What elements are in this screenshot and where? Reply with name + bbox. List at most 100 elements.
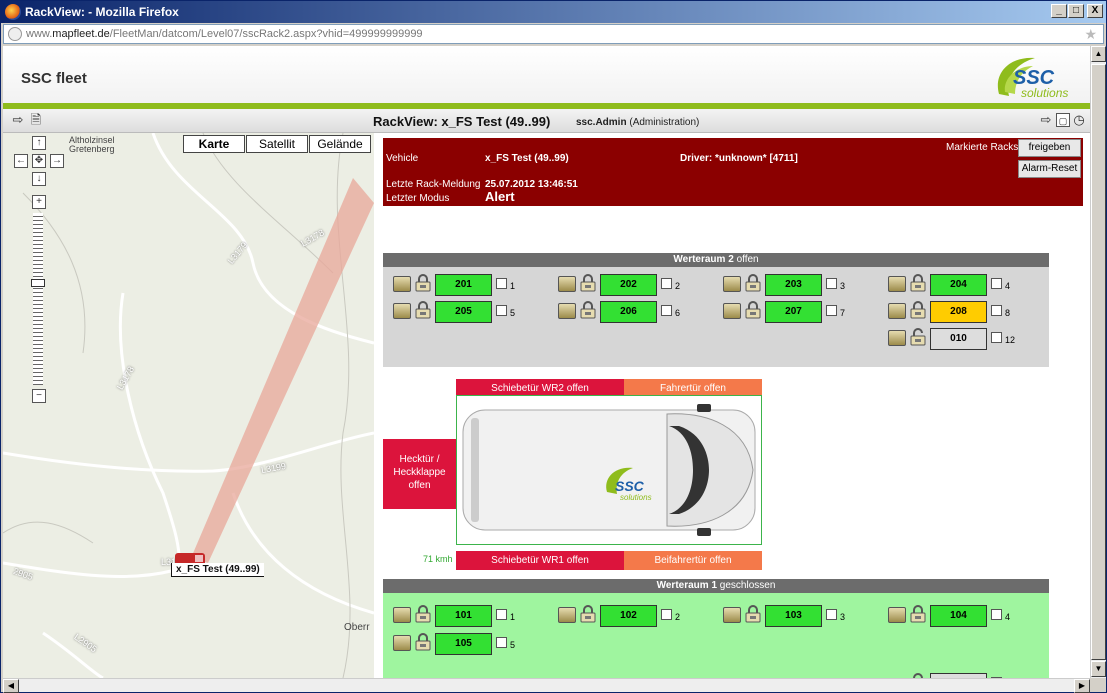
rack-number[interactable]: 105	[435, 633, 492, 655]
rack-checkbox[interactable]	[826, 278, 837, 289]
document-icon[interactable]: 🗎	[29, 113, 43, 127]
horizontal-scrollbar[interactable]: ◀ ▶	[3, 678, 1090, 693]
section1-status: geschlossen	[719, 580, 776, 591]
rack-checkbox[interactable]	[661, 278, 672, 289]
rack-checkbox[interactable]	[496, 609, 507, 620]
scroll-up-icon[interactable]: ▲	[1091, 46, 1106, 62]
speed-readout: 71 kmh	[423, 554, 453, 564]
map-town-label: Oberr	[344, 622, 370, 633]
scroll-left-icon[interactable]: ◀	[3, 679, 19, 693]
rack-box-icon	[558, 303, 576, 319]
rack-102: 102 2	[558, 605, 683, 627]
scroll-right-icon[interactable]: ▶	[1074, 679, 1090, 693]
rack-box-icon	[393, 607, 411, 623]
rack-number[interactable]: 101	[435, 605, 492, 627]
maximize-button[interactable]: □	[1068, 4, 1084, 18]
rack-checkbox[interactable]	[661, 609, 672, 620]
pan-down-icon[interactable]: ↓	[32, 172, 46, 186]
site-identity-icon[interactable]	[8, 27, 22, 41]
rack-checkbox[interactable]	[496, 637, 507, 648]
rack-number[interactable]: 207	[765, 301, 822, 323]
window-icon[interactable]: ▢	[1056, 113, 1070, 127]
browser-window: RackView: - Mozilla Firefox _ □ X www.ma…	[0, 0, 1107, 693]
rack-checkbox[interactable]	[991, 609, 1002, 620]
pan-up-icon[interactable]: ↑	[32, 136, 46, 150]
address-bar[interactable]: www.mapfleet.de/FleetMan/datcom/Level07/…	[3, 24, 1104, 44]
brand-title: SSC fleet	[21, 70, 87, 87]
map-tab-satellit[interactable]: Satellit	[246, 135, 308, 153]
rack-checkbox[interactable]	[661, 305, 672, 316]
pan-center-icon[interactable]: ✥	[32, 154, 46, 168]
rack-number[interactable]: 104	[930, 605, 987, 627]
zoom-slider-track[interactable]	[33, 213, 43, 385]
ssc-solutions-logo: SSC solutions	[997, 57, 1068, 100]
release-button[interactable]: freigeben	[1018, 139, 1081, 157]
rack-number[interactable]: 102	[600, 605, 657, 627]
map-view[interactable]: Karte Satellit Gelände ↑ ← ✥ → ↓ + − Alt…	[3, 133, 374, 678]
minimize-button[interactable]: _	[1051, 4, 1067, 18]
rack-box-icon	[393, 635, 411, 651]
section2-status: offen	[736, 254, 759, 265]
rack-number[interactable]: 103	[765, 605, 822, 627]
rack-207: 207 7	[723, 301, 848, 323]
close-button[interactable]: X	[1087, 4, 1103, 18]
rack-number[interactable]: 208	[930, 301, 987, 323]
clock-icon[interactable]: ◷	[1072, 113, 1086, 127]
rack-checkbox[interactable]	[991, 332, 1002, 343]
map-terrain	[3, 133, 374, 678]
section2-racks: 201 1 202 2 203 3 204 4 205 5 206 6 207 7 208 8 010 12	[383, 267, 1049, 367]
rack-checkbox-label: 1	[510, 281, 516, 291]
map-tab-gelaende[interactable]: Gelände	[309, 135, 371, 153]
page-content: SSC fleet SSC solutions ⇨ 🗎 RackView: x_…	[3, 46, 1090, 678]
rack-box-icon	[723, 607, 741, 623]
rack-number[interactable]: 203	[765, 274, 822, 296]
vertical-scrollbar[interactable]: ▲ ▼	[1090, 46, 1106, 678]
page-header: SSC fleet SSC solutions	[3, 46, 1090, 103]
window-titlebar: RackView: - Mozilla Firefox _ □ X	[1, 1, 1106, 23]
forward-arrow-icon-right[interactable]: ⇨	[1039, 113, 1053, 127]
zoom-slider-thumb[interactable]	[31, 279, 45, 287]
rack-number[interactable]: 205	[435, 301, 492, 323]
lock-icon	[745, 301, 761, 319]
vehicle-map-label[interactable]: x_FS Test (49..99)	[171, 563, 264, 577]
rack-number[interactable]: 202	[600, 274, 657, 296]
pan-left-icon[interactable]: ←	[14, 154, 28, 168]
rack-010: 010 12	[888, 328, 1016, 350]
bookmark-star-icon[interactable]: ★	[1084, 26, 1097, 42]
forward-arrow-icon[interactable]: ⇨	[11, 113, 25, 127]
rack-checkbox-label: 7	[840, 308, 846, 318]
scroll-thumb[interactable]	[1091, 64, 1106, 660]
van-logo-solutions-text: solutions	[620, 493, 652, 502]
rack-box-icon	[723, 303, 741, 319]
map-tab-karte[interactable]: Karte	[183, 135, 245, 153]
rack-201: 201 1	[393, 274, 518, 296]
rack-box-icon	[393, 303, 411, 319]
zoom-in-icon[interactable]: +	[32, 195, 46, 209]
rack-number[interactable]: 206	[600, 301, 657, 323]
lock-icon	[745, 605, 761, 623]
lock-icon	[415, 274, 431, 292]
rack-checkbox-label: 12	[1005, 335, 1016, 345]
alarm-reset-button[interactable]: Alarm-Reset	[1018, 160, 1081, 178]
rack-number[interactable]: 204	[930, 274, 987, 296]
rack-checkbox-label: 3	[840, 281, 846, 291]
door-rear-line3: offen	[408, 480, 431, 491]
pan-right-icon[interactable]: →	[50, 154, 64, 168]
rack-checkbox[interactable]	[826, 609, 837, 620]
section2-title: Werteraum	[673, 254, 726, 265]
rack-checkbox[interactable]	[496, 305, 507, 316]
rack-checkbox-label: 1	[510, 612, 516, 622]
rack-checkbox[interactable]	[496, 278, 507, 289]
lock-icon	[580, 605, 596, 623]
scroll-down-icon[interactable]: ▼	[1091, 661, 1106, 677]
zoom-out-icon[interactable]: −	[32, 389, 46, 403]
rack-box-icon	[888, 303, 906, 319]
rack-checkbox[interactable]	[991, 305, 1002, 316]
rack-checkbox[interactable]	[991, 278, 1002, 289]
section1-header: Werteraum 1 geschlossen	[383, 579, 1049, 593]
rack-number[interactable]: 010	[930, 328, 987, 350]
rack-number[interactable]: 201	[435, 274, 492, 296]
rack-101: 101 1	[393, 605, 518, 627]
rack-checkbox-label: 5	[510, 308, 516, 318]
rack-checkbox[interactable]	[826, 305, 837, 316]
